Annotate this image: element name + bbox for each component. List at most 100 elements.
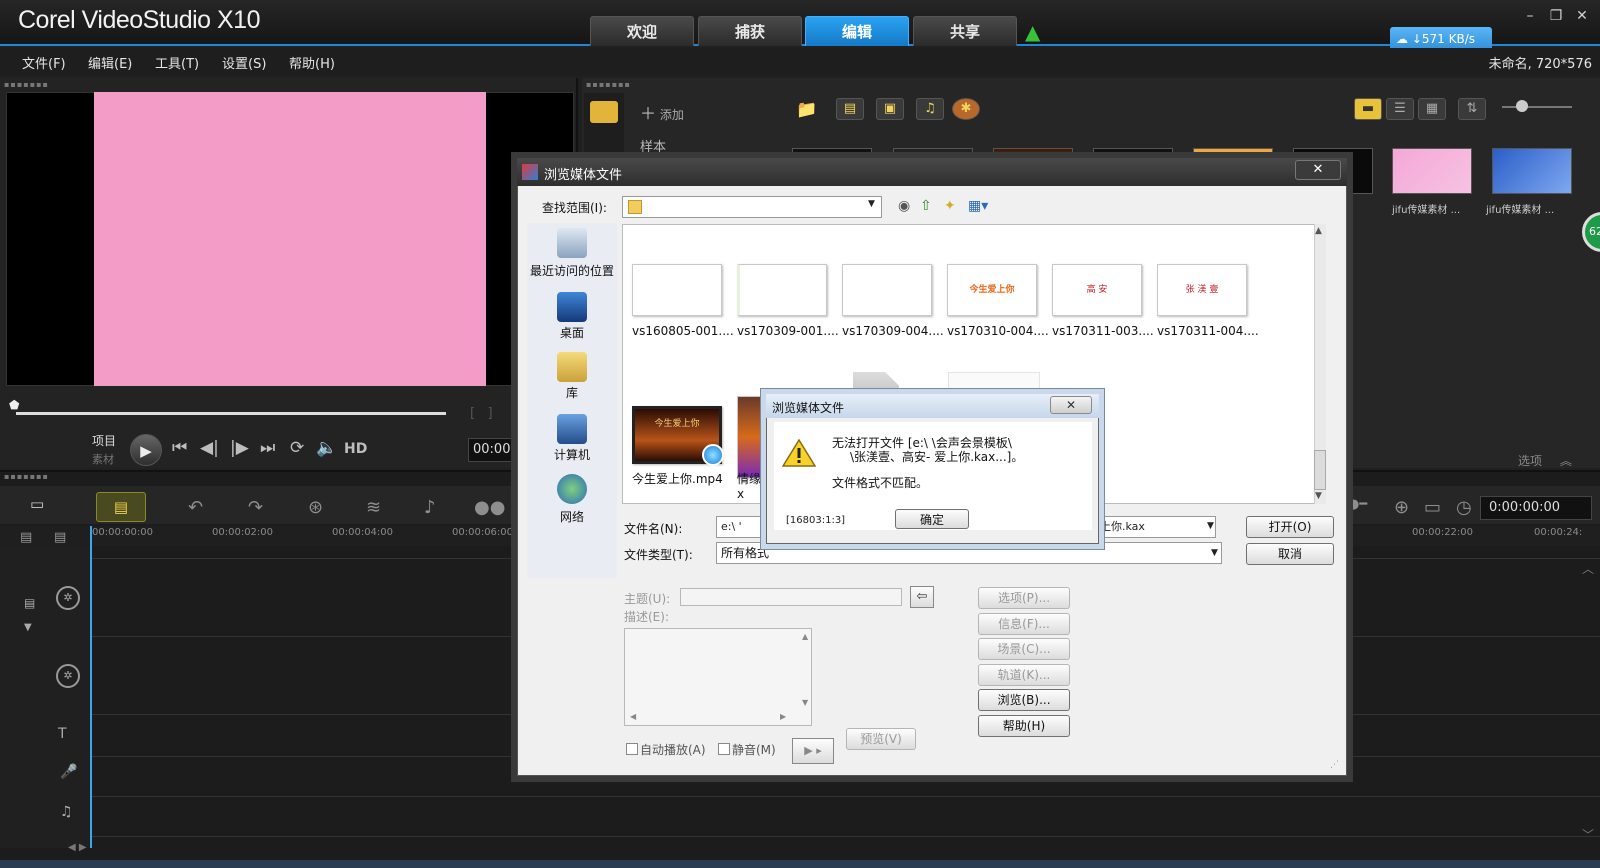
- prev-frame-icon[interactable]: ◀|: [200, 438, 219, 458]
- next-frame-icon[interactable]: |▶: [230, 438, 249, 458]
- volume-icon[interactable]: 🔈: [316, 438, 337, 458]
- computer-icon[interactable]: [557, 414, 587, 444]
- add-chapter-icon[interactable]: ▤: [54, 530, 66, 545]
- photo-filter-icon[interactable]: ▣: [876, 98, 904, 120]
- preview-button[interactable]: 预览(V): [846, 728, 916, 750]
- track-expand-icon[interactable]: ▤: [24, 596, 35, 610]
- desc-scroll-down-icon[interactable]: ▼: [802, 698, 808, 707]
- tab-capture[interactable]: 捕获: [698, 16, 802, 46]
- redo-icon[interactable]: ↷: [248, 497, 263, 518]
- desc-scroll-up-icon[interactable]: ▲: [802, 632, 808, 641]
- upload-arrow-icon[interactable]: ▲: [1025, 20, 1045, 44]
- file-name[interactable]: vs160805-001....: [632, 324, 742, 338]
- desc-scroll-right-icon[interactable]: ▶: [780, 712, 786, 721]
- overlay-track-icon[interactable]: ✲: [56, 664, 80, 688]
- zoom-in-icon[interactable]: ⊕: [1394, 497, 1409, 518]
- filetype-select[interactable]: 所有格式: [716, 542, 1222, 564]
- scrubber-track[interactable]: [16, 412, 446, 415]
- end-icon[interactable]: ⏭: [260, 438, 275, 458]
- undo-icon[interactable]: ↶: [188, 497, 203, 518]
- view-list-icon[interactable]: ☰: [1386, 98, 1414, 120]
- autoplay-checkbox[interactable]: [626, 743, 638, 755]
- scroll-down-arrow-icon[interactable]: ▼: [1315, 491, 1322, 501]
- place-library[interactable]: 库: [527, 384, 617, 401]
- tab-share[interactable]: 共享: [913, 16, 1017, 46]
- home-icon[interactable]: ⏮: [172, 438, 187, 458]
- thumbnail-size-knob[interactable]: [1516, 100, 1528, 112]
- dropdown-arrow-icon[interactable]: ▼: [868, 199, 875, 209]
- file-thumbnail[interactable]: [632, 264, 722, 316]
- file-list-scroll-thumb[interactable]: [1314, 450, 1326, 490]
- desktop-icon[interactable]: [557, 292, 587, 322]
- scene-button[interactable]: 场景(C)...: [978, 638, 1070, 660]
- scroll-up-icon[interactable]: ︿: [1582, 560, 1594, 577]
- track-button[interactable]: 轨道(K)...: [978, 664, 1070, 686]
- folder-icon[interactable]: 📁: [796, 100, 817, 120]
- filename-dropdown-icon[interactable]: ▼: [1207, 521, 1214, 531]
- timeline-view-icon[interactable]: ▭: [30, 495, 60, 519]
- media-library-icon[interactable]: [590, 101, 618, 123]
- file-name[interactable]: vs170311-003....: [1052, 324, 1162, 338]
- scroll-up-arrow-icon[interactable]: ▲: [1315, 226, 1322, 236]
- thumbnail-size-slider[interactable]: [1502, 106, 1572, 108]
- file-thumbnail[interactable]: 今生爱上你: [947, 264, 1037, 316]
- options-toggle[interactable]: 选项 ︽: [1518, 452, 1572, 469]
- track-manager-icon[interactable]: ▤: [20, 530, 32, 545]
- play-button[interactable]: ▶: [130, 434, 162, 466]
- preview-timecode[interactable]: 00:00: [468, 438, 512, 462]
- new-folder-icon[interactable]: ✦: [944, 198, 956, 214]
- file-thumbnail[interactable]: 张 渼 壹: [1157, 264, 1247, 316]
- zoom-slider[interactable]: ●━: [1348, 497, 1367, 512]
- mute-checkbox[interactable]: [718, 743, 730, 755]
- motion-tracking-icon[interactable]: ●●: [474, 497, 505, 518]
- desc-scroll-left-icon[interactable]: ◀: [630, 712, 636, 721]
- library-grip[interactable]: ▪▪▪▪▪▪▪: [586, 80, 631, 89]
- file-name[interactable]: vs170309-004....: [842, 324, 952, 338]
- video-track-icon[interactable]: ✲: [56, 586, 80, 610]
- file-name[interactable]: vs170311-004....: [1157, 324, 1267, 338]
- file-name[interactable]: vs170309-001....: [737, 324, 847, 338]
- video-filter-icon[interactable]: ▤: [836, 98, 864, 120]
- voice-track-icon[interactable]: 🎤: [60, 764, 77, 780]
- hd-toggle[interactable]: HD: [344, 441, 367, 457]
- menu-help[interactable]: 帮助(H): [289, 53, 335, 72]
- ok-button[interactable]: 确定: [895, 509, 969, 529]
- mode-project-label[interactable]: 项目: [92, 432, 116, 449]
- chevron-down-icon[interactable]: ▼: [24, 622, 32, 633]
- subject-input[interactable]: [680, 588, 902, 606]
- library-icon[interactable]: [557, 352, 587, 382]
- filetype-dropdown-icon[interactable]: ▼: [1211, 548, 1218, 558]
- tab-welcome[interactable]: 欢迎: [590, 16, 694, 46]
- sort-icon[interactable]: ⇅: [1458, 98, 1486, 120]
- up-folder-icon[interactable]: ⇧: [920, 198, 932, 214]
- library-folder-sample[interactable]: 样本: [640, 136, 666, 155]
- library-thumb[interactable]: [1492, 148, 1572, 194]
- timeline-playhead[interactable]: [90, 526, 92, 848]
- file-thumbnail[interactable]: [737, 264, 827, 316]
- file-name[interactable]: 今生爱上你.mp4: [632, 470, 742, 487]
- browse-close-button[interactable]: ✕: [1295, 160, 1341, 180]
- network-icon[interactable]: [557, 474, 587, 504]
- menu-file[interactable]: 文件(F): [22, 53, 66, 72]
- clock-icon[interactable]: ◷: [1456, 497, 1472, 518]
- scroll-down-icon[interactable]: ﹀: [1582, 826, 1594, 843]
- mode-clip-label[interactable]: 素材: [92, 451, 114, 467]
- place-recent[interactable]: 最近访问的位置: [527, 262, 617, 279]
- preview-play-button[interactable]: ▶ ▸: [792, 738, 834, 764]
- auto-music-icon[interactable]: ♪: [424, 497, 436, 518]
- instant-project-icon[interactable]: ✱: [952, 98, 980, 120]
- add-folder-button[interactable]: ＋ 添加: [640, 100, 684, 124]
- browse-dialog-titlebar[interactable]: [517, 158, 1347, 186]
- view-thumbnails-icon[interactable]: ▬: [1354, 98, 1382, 120]
- menu-edit[interactable]: 编辑(E): [88, 53, 132, 72]
- library-thumb[interactable]: [1392, 148, 1472, 194]
- scroll-arrows-icon[interactable]: ◀ ▶: [68, 842, 87, 853]
- scrubber-handle[interactable]: ⬟: [9, 398, 21, 412]
- title-track-icon[interactable]: T: [58, 726, 67, 742]
- view-menu-icon[interactable]: ▦▾: [968, 198, 988, 214]
- info-button[interactable]: 信息(F)...: [978, 613, 1070, 635]
- open-button[interactable]: 打开(O): [1246, 516, 1334, 538]
- help-button[interactable]: 帮助(H): [978, 715, 1070, 737]
- timeline-timecode[interactable]: 0:00:00:00: [1480, 496, 1592, 520]
- browse-button[interactable]: 浏览(B)...: [978, 689, 1070, 711]
